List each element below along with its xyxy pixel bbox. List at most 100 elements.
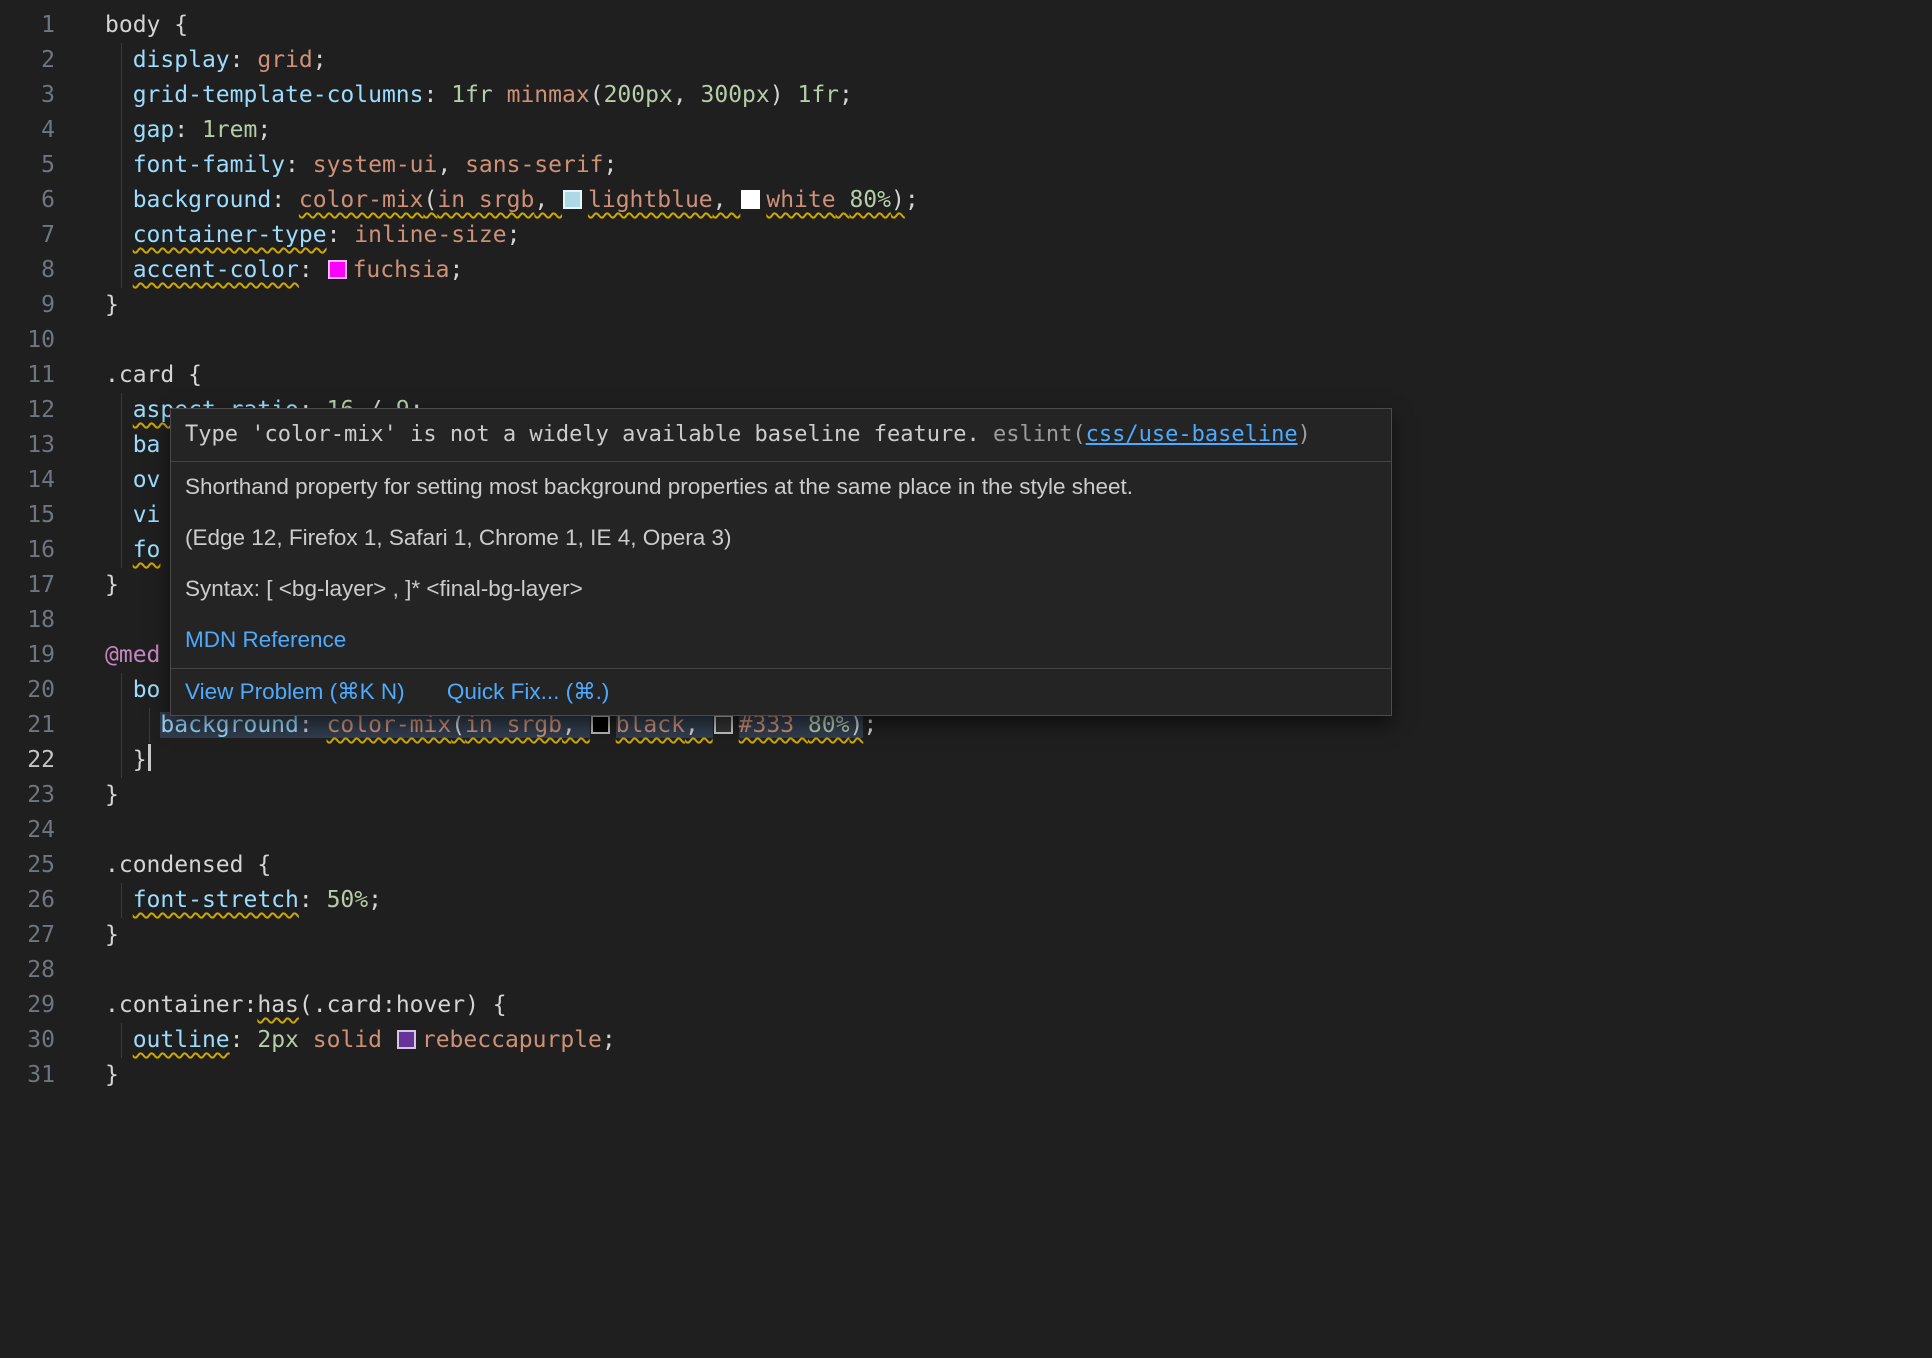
code-token: )	[891, 187, 905, 213]
code-line-29[interactable]: 29.container:has(.card:hover) {	[0, 988, 1932, 1023]
diagnostic-message: Type 'color-mix' is not a widely availab…	[185, 422, 993, 447]
code-token: grid-template-columns	[133, 82, 424, 108]
code-token: inline-size	[354, 222, 506, 248]
code-token: ;	[313, 47, 327, 73]
code-content: background: color-mix(in srgb, lightblue…	[55, 183, 1932, 218]
view-problem-action[interactable]: View Problem (⌘K N)	[185, 679, 405, 704]
code-token: font-family	[133, 152, 285, 178]
code-line-1[interactable]: 1body {	[0, 8, 1932, 43]
code-line-22[interactable]: 22 }	[0, 743, 1932, 778]
code-line-30[interactable]: 30 outline: 2px solid rebeccapurple;	[0, 1023, 1932, 1058]
code-token: ;	[905, 187, 919, 213]
code-token: ;	[839, 82, 853, 108]
line-number: 4	[0, 113, 55, 148]
color-swatch[interactable]	[397, 1030, 416, 1049]
code-token: ;	[602, 1027, 616, 1053]
code-token	[105, 152, 133, 178]
code-token	[105, 187, 133, 213]
code-token: minmax	[507, 82, 590, 108]
code-line-26[interactable]: 26 font-stretch: 50%;	[0, 883, 1932, 918]
line-number: 30	[0, 1023, 55, 1058]
code-token: 50%	[327, 887, 369, 913]
code-token	[105, 222, 133, 248]
line-number: 16	[0, 533, 55, 568]
code-line-24[interactable]: 24	[0, 813, 1932, 848]
code-content: container-type: inline-size;	[55, 218, 1932, 253]
code-token: ,	[534, 187, 562, 213]
line-number: 1	[0, 8, 55, 43]
code-token: lightblue	[588, 187, 713, 213]
line-number: 12	[0, 393, 55, 428]
code-token: {	[243, 852, 271, 878]
code-token: color-mix	[299, 187, 424, 213]
code-token	[105, 397, 133, 423]
line-number: 10	[0, 323, 55, 358]
code-token: 200px	[604, 82, 673, 108]
code-token: }	[133, 747, 147, 773]
code-token: accent-color	[133, 257, 299, 283]
line-number: 21	[0, 708, 55, 743]
code-line-23[interactable]: 23}	[0, 778, 1932, 813]
line-number: 23	[0, 778, 55, 813]
code-token: :	[299, 887, 327, 913]
code-line-4[interactable]: 4 gap: 1rem;	[0, 113, 1932, 148]
code-line-2[interactable]: 2 display: grid;	[0, 43, 1932, 78]
code-token: body	[105, 12, 160, 38]
hover-documentation: Shorthand property for setting most back…	[171, 462, 1391, 655]
line-number: 27	[0, 918, 55, 953]
code-token: )	[465, 992, 479, 1018]
line-number: 14	[0, 463, 55, 498]
code-line-31[interactable]: 31}	[0, 1058, 1932, 1093]
indent-guide	[121, 498, 122, 533]
code-token: has	[257, 992, 299, 1018]
diagnostic-source-suffix: )	[1298, 422, 1311, 447]
code-token: outline	[133, 1027, 230, 1053]
indent-guide	[121, 393, 122, 428]
doc-description: Shorthand property for setting most back…	[185, 472, 1377, 502]
code-line-8[interactable]: 8 accent-color: fuchsia;	[0, 253, 1932, 288]
doc-browser-support: (Edge 12, Firefox 1, Safari 1, Chrome 1,…	[185, 523, 1377, 553]
code-content: }	[55, 778, 1932, 813]
code-token	[105, 712, 160, 738]
code-line-11[interactable]: 11.card {	[0, 358, 1932, 393]
color-swatch[interactable]	[591, 715, 610, 734]
line-number: 11	[0, 358, 55, 393]
code-line-28[interactable]: 28	[0, 953, 1932, 988]
code-token: 300px	[701, 82, 770, 108]
doc-syntax: Syntax: [ <bg-layer> , ]* <final-bg-laye…	[185, 574, 1377, 604]
diagnostic-source-prefix: eslint(	[993, 422, 1086, 447]
quick-fix-action[interactable]: Quick Fix... (⌘.)	[447, 679, 610, 704]
code-content	[55, 813, 1932, 848]
indent-guide	[121, 78, 122, 113]
code-line-5[interactable]: 5 font-family: system-ui, sans-serif;	[0, 148, 1932, 183]
line-number: 22	[0, 743, 55, 778]
code-line-27[interactable]: 27}	[0, 918, 1932, 953]
code-token: ;	[507, 222, 521, 248]
code-content: body {	[55, 8, 1932, 43]
code-line-9[interactable]: 9}	[0, 288, 1932, 323]
code-line-10[interactable]: 10	[0, 323, 1932, 358]
code-line-6[interactable]: 6 background: color-mix(in srgb, lightbl…	[0, 183, 1932, 218]
color-swatch[interactable]	[328, 260, 347, 279]
color-swatch[interactable]	[741, 190, 760, 209]
diagnostic-rule-link[interactable]: css/use-baseline	[1086, 422, 1298, 447]
code-token: ,	[673, 82, 701, 108]
code-token: :	[299, 257, 327, 283]
code-token: font-stretch	[133, 887, 299, 913]
code-line-3[interactable]: 3 grid-template-columns: 1fr minmax(200p…	[0, 78, 1932, 113]
mdn-reference-link[interactable]: MDN Reference	[185, 627, 346, 652]
color-swatch[interactable]	[563, 190, 582, 209]
color-swatch[interactable]	[714, 715, 733, 734]
line-number: 20	[0, 673, 55, 708]
code-token: 80%	[849, 187, 891, 213]
line-number: 25	[0, 848, 55, 883]
code-token: container-type	[133, 222, 327, 248]
line-number: 24	[0, 813, 55, 848]
code-editor[interactable]: 1body {2 display: grid;3 grid-template-c…	[0, 0, 1932, 1358]
indent-guide	[149, 708, 150, 743]
code-token: ba	[133, 432, 161, 458]
code-token: {	[160, 12, 188, 38]
code-token	[105, 467, 133, 493]
code-line-7[interactable]: 7 container-type: inline-size;	[0, 218, 1932, 253]
code-line-25[interactable]: 25.condensed {	[0, 848, 1932, 883]
